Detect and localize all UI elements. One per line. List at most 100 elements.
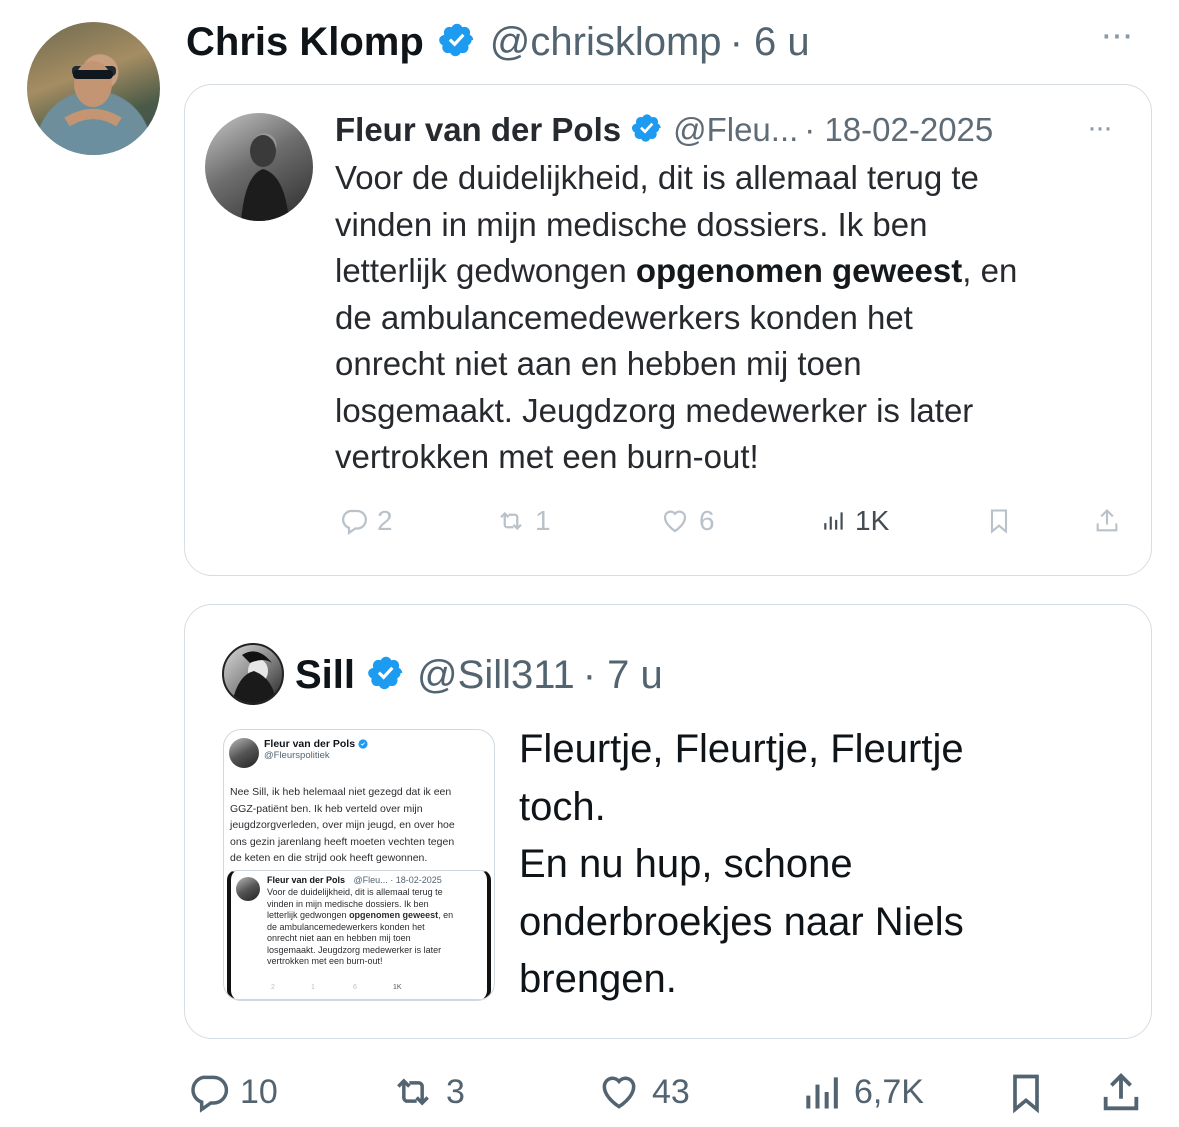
repost-icon: [397, 1078, 429, 1106]
text-line: letterlijk gedwongen opgenomen geweest, …: [335, 248, 1135, 295]
attached-image[interactable]: Fleur van der Pols @Fleurspolitiek Nee S…: [223, 729, 495, 1001]
text-line: Nee Sill, ik heb helemaal niet gezegd da…: [230, 786, 452, 798]
mini-views-count: 1K: [393, 984, 402, 991]
sill-photo: [232, 651, 276, 703]
mini-inner-handle-date: @Fleu... · 18-02-2025: [353, 875, 442, 885]
text-line: onrecht niet aan en hebben mij toen: [335, 345, 862, 382]
share-icon: [1096, 509, 1118, 532]
quoted-tweet-fleur[interactable]: Fleur van der Pols @Fleu... · 18-02-2025…: [184, 84, 1152, 576]
text-line: Voor de duidelijkheid, dit is allemaal t…: [267, 887, 443, 897]
views-icon: [806, 1077, 838, 1109]
text-segment: letterlijk gedwongen: [335, 252, 636, 289]
repost-count: 3: [446, 1072, 465, 1111]
mini-like-count: 6: [353, 984, 357, 991]
sill-handle[interactable]: @Sill311: [417, 653, 575, 698]
avatar-photo: [49, 61, 139, 155]
text-segment: , en: [438, 910, 454, 920]
text-line: losgemaakt. Jeugdzorg medewerker is late…: [335, 391, 974, 429]
verified-badge-icon: [631, 112, 663, 149]
like-icon: [602, 1076, 636, 1109]
text-line: vinden in mijn medische dossiers. Ik ben: [267, 898, 429, 909]
fleur-tweet-text: Voor de duidelijkheid, dit is allemaal t…: [335, 155, 1135, 481]
author-avatar[interactable]: [27, 22, 160, 155]
fleur-repost-button[interactable]: 1: [495, 505, 551, 537]
fleur-avatar: [205, 113, 313, 221]
like-count: 43: [652, 1072, 690, 1111]
fleur-photo: [241, 135, 289, 221]
mini-inner-quote: Fleur van der Pols @Fleu... · 18-02-2025…: [227, 870, 491, 1000]
sill-header: Sill @Sill311 · 7 u: [295, 647, 663, 703]
repost-button[interactable]: 3: [388, 1070, 465, 1114]
text-line: En nu hup, schone: [519, 842, 853, 886]
text-line: onrecht niet aan en hebben mij toen: [267, 933, 411, 943]
fleur-views-button[interactable]: 1K: [821, 505, 889, 537]
reply-count: 2: [377, 505, 393, 536]
fleur-bookmark-button[interactable]: [985, 506, 1013, 536]
bold-segment: opgenomen geweest: [635, 252, 963, 289]
sill-time[interactable]: · 7 u: [583, 653, 663, 698]
like-button[interactable]: 43: [594, 1070, 690, 1114]
reply-icon: [191, 1075, 229, 1113]
text-segment: , en: [962, 252, 1018, 289]
share-button[interactable]: [1098, 1070, 1144, 1116]
repost-count: 1: [535, 505, 551, 536]
like-count: 6: [699, 505, 715, 536]
reply-count: 10: [240, 1072, 278, 1111]
text-segment: letterlijk gedwongen: [267, 910, 350, 920]
author-handle[interactable]: @chrisklomp: [490, 20, 722, 65]
repost-icon: [500, 511, 522, 531]
text-line: GGZ-patiënt ben. Ik heb verteld over mij…: [230, 802, 423, 815]
views-button[interactable]: 6,7K: [800, 1070, 924, 1114]
fleur-handle[interactable]: @Fleu...: [673, 111, 798, 149]
views-count: 1K: [855, 505, 890, 536]
text-line: toch.: [519, 784, 606, 829]
bookmark-icon: [1013, 1074, 1039, 1114]
tweet-action-bar: 10 3 43 6,7K: [0, 1062, 1179, 1118]
fleur-reply-button[interactable]: 2: [339, 505, 393, 537]
fleur-name[interactable]: Fleur van der Pols: [335, 111, 621, 149]
tweet-time[interactable]: · 6 u: [730, 20, 810, 65]
fleur-action-bar: 2 1 6 1K: [185, 501, 1153, 541]
text-line: de ambulancemedewerkers konden het: [267, 921, 425, 932]
views-icon: [824, 512, 843, 530]
sill-avatar: [222, 643, 284, 705]
fleur-date[interactable]: · 18-02-2025: [804, 111, 993, 149]
like-icon: [663, 510, 687, 533]
bold-segment: opgenomen geweest: [349, 910, 439, 920]
mini-repost-count: 1: [311, 984, 315, 991]
fleur-share-button[interactable]: [1093, 506, 1121, 536]
mini-inner-avatar: [236, 877, 260, 901]
fleur-header: Fleur van der Pols @Fleu... · 18-02-2025: [335, 109, 993, 151]
bookmark-button[interactable]: [1004, 1070, 1048, 1116]
fleur-more-icon[interactable]: ···: [1087, 111, 1113, 145]
verified-badge-icon: [438, 21, 476, 64]
sill-name[interactable]: Sill: [295, 653, 355, 698]
mini-avatar: [229, 738, 259, 768]
text-line: vertrokken met een burn-out!: [267, 956, 383, 966]
reply-button[interactable]: 10: [186, 1070, 278, 1114]
more-options-icon[interactable]: ···: [1100, 14, 1134, 57]
text-line: losgemaakt. Jeugdzorg medewerker is late…: [267, 944, 442, 955]
text-line: Voor de duidelijkheid, dit is allemaal t…: [335, 159, 979, 196]
mini-inner-text: Voor de duidelijkheid, dit is allemaal t…: [267, 887, 492, 968]
text-line: jeugdzorgverleden, over mijn jeugd, en o…: [230, 819, 455, 831]
text-line: ons gezin jarenlang heeft moeten vechten…: [230, 835, 455, 848]
bookmark-icon: [990, 509, 1008, 534]
views-count: 6,7K: [854, 1072, 924, 1111]
fleur-like-button[interactable]: 6: [659, 505, 715, 537]
mini-handle: @Fleurspolitiek: [264, 750, 330, 761]
mini-header: Fleur van der Pols @Fleurspolitiek: [264, 738, 368, 761]
text-line: de ambulancemedewerkers konden het: [335, 298, 913, 336]
mini-reply-count: 2: [271, 984, 275, 991]
sill-tweet-text: Fleurtje, Fleurtje, Fleurtje toch. En nu…: [519, 721, 1139, 1009]
share-icon: [1103, 1073, 1139, 1111]
text-line: vinden in mijn medische dossiers. Ik ben: [335, 205, 928, 243]
author-name[interactable]: Chris Klomp: [186, 20, 424, 65]
quoted-tweet-sill[interactable]: Sill @Sill311 · 7 u Fleur van der Pols @…: [184, 604, 1152, 1039]
mini-author-name: Fleur van der Pols: [264, 738, 356, 750]
text-line: de keten en die strijd ook heeft gewonne…: [230, 852, 428, 864]
mini-tweet-text: Nee Sill, ik heb helemaal niet gezegd da…: [230, 784, 492, 867]
text-line: Fleurtje, Fleurtje, Fleurtje: [519, 727, 964, 771]
text-line: vertrokken met een burn-out!: [335, 438, 759, 475]
tweet-header: Chris Klomp @chrisklomp · 6 u: [186, 16, 810, 68]
